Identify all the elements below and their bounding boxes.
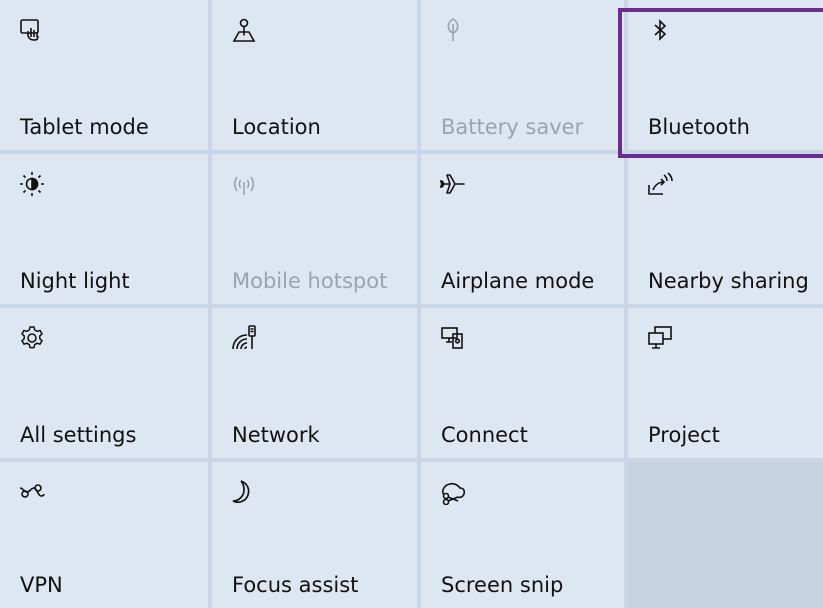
tile-project[interactable]: Project	[628, 308, 823, 458]
location-icon	[231, 17, 257, 43]
tile-screen-snip[interactable]: Screen snip	[421, 462, 624, 608]
tile-bluetooth[interactable]: Bluetooth	[628, 0, 823, 150]
tile-label: Network	[232, 423, 320, 447]
night-light-icon	[19, 171, 45, 197]
mobile-hotspot-icon	[231, 171, 257, 197]
tile-label: Connect	[441, 423, 528, 447]
tile-vpn[interactable]: VPN	[0, 462, 208, 608]
quick-actions-grid: Tablet mode Location Battery saver Bluet…	[0, 0, 823, 608]
airplane-icon	[440, 171, 466, 197]
tile-location[interactable]: Location	[212, 0, 417, 150]
tile-battery-saver[interactable]: Battery saver	[421, 0, 624, 150]
tile-label: Screen snip	[441, 573, 564, 597]
tile-label: Bluetooth	[648, 115, 750, 139]
network-icon	[231, 325, 257, 351]
tile-label: Battery saver	[441, 115, 584, 139]
tile-label: Location	[232, 115, 321, 139]
tile-label: Night light	[20, 269, 130, 293]
tile-label: Airplane mode	[441, 269, 595, 293]
tile-network[interactable]: Network	[212, 308, 417, 458]
focus-assist-icon	[231, 479, 257, 505]
screen-snip-icon	[440, 479, 466, 505]
tile-label: VPN	[20, 573, 63, 597]
tile-tablet-mode[interactable]: Tablet mode	[0, 0, 208, 150]
tile-connect[interactable]: Connect	[421, 308, 624, 458]
battery-saver-icon	[440, 17, 466, 43]
connect-icon	[440, 325, 466, 351]
tile-night-light[interactable]: Night light	[0, 154, 208, 304]
gear-icon	[19, 325, 45, 351]
project-icon	[647, 325, 673, 351]
bluetooth-icon	[647, 17, 673, 43]
tile-label: Nearby sharing	[648, 269, 809, 293]
tablet-mode-icon	[19, 17, 45, 43]
vpn-icon	[19, 479, 45, 505]
empty-tile-slot	[628, 462, 823, 608]
nearby-sharing-icon	[647, 171, 673, 197]
tile-mobile-hotspot[interactable]: Mobile hotspot	[212, 154, 417, 304]
tile-label: Focus assist	[232, 573, 359, 597]
tile-label: All settings	[20, 423, 137, 447]
tile-all-settings[interactable]: All settings	[0, 308, 208, 458]
tile-focus-assist[interactable]: Focus assist	[212, 462, 417, 608]
tile-label: Mobile hotspot	[232, 269, 388, 293]
tile-airplane-mode[interactable]: Airplane mode	[421, 154, 624, 304]
tile-label: Project	[648, 423, 720, 447]
tile-label: Tablet mode	[20, 115, 149, 139]
tile-nearby-sharing[interactable]: Nearby sharing	[628, 154, 823, 304]
